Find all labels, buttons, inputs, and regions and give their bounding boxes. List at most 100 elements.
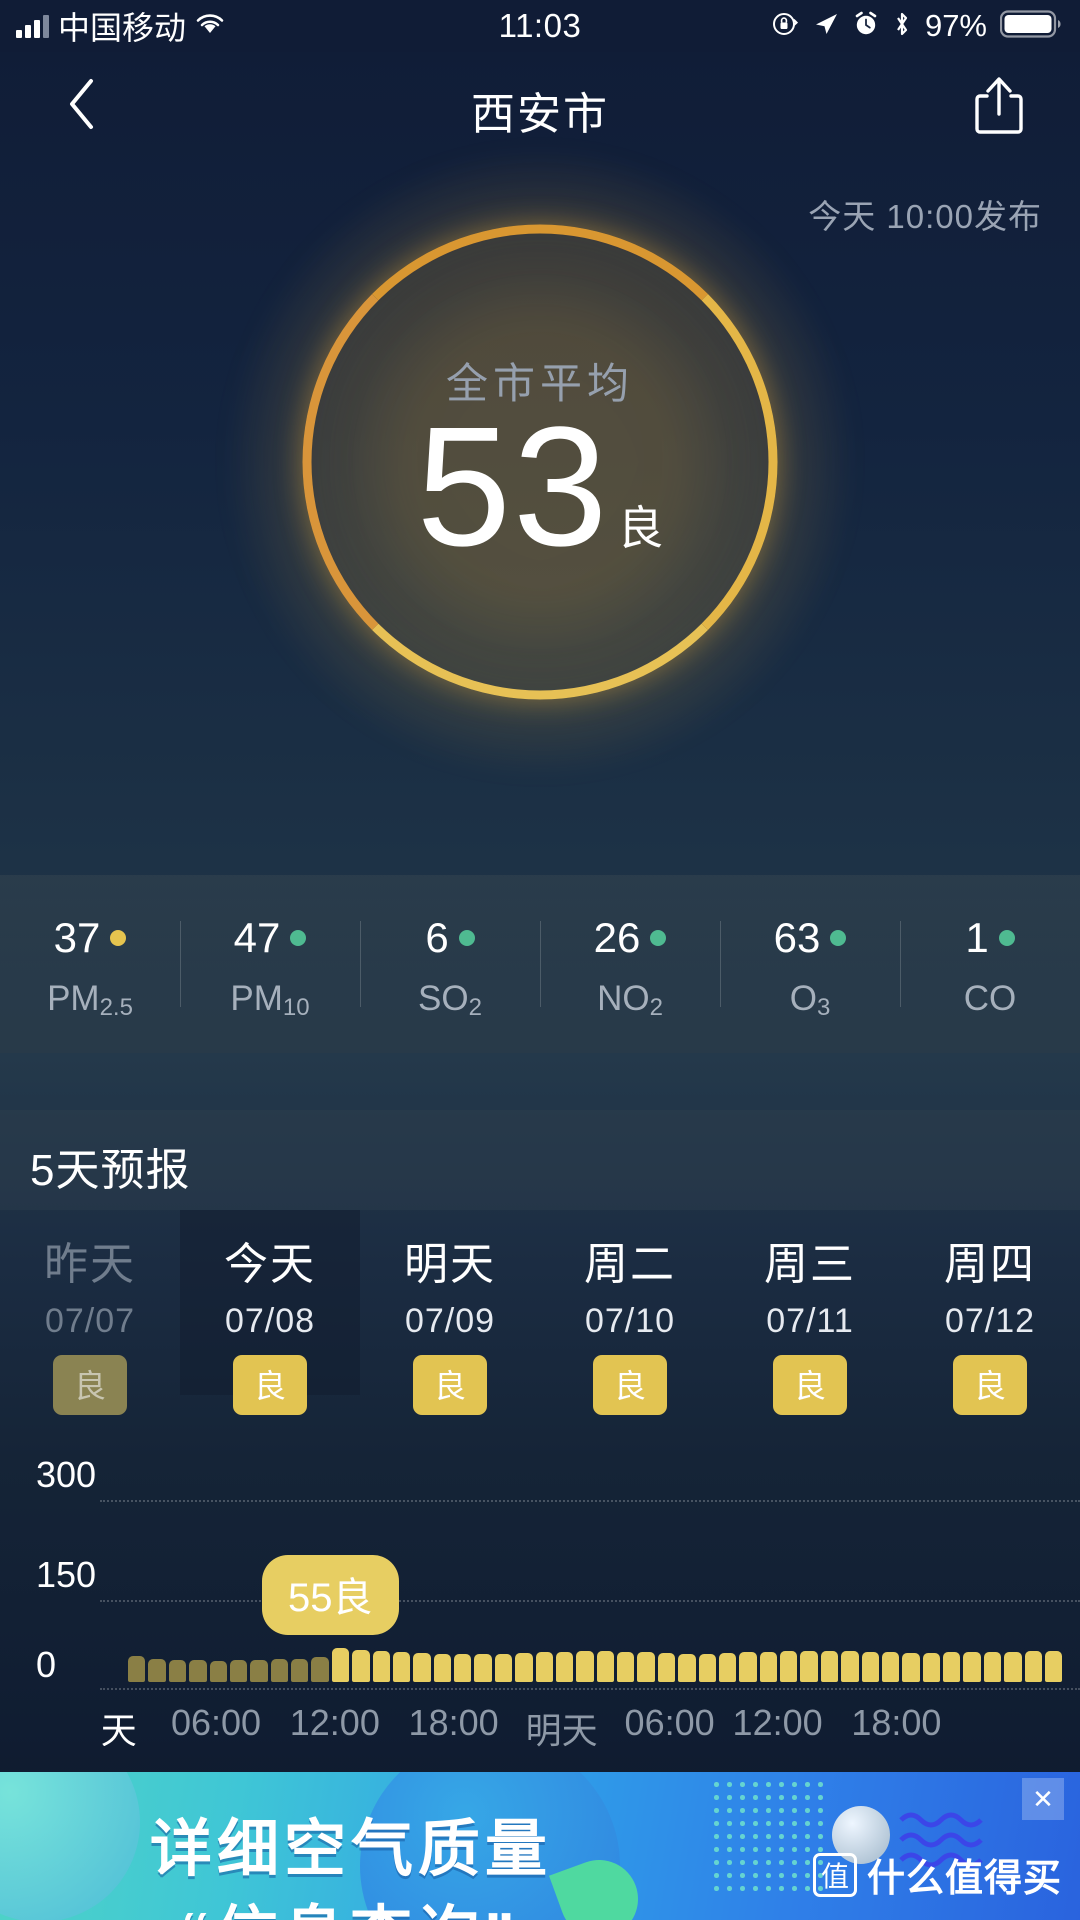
- banner-bubble-1: [0, 1772, 140, 1920]
- chart-bar: [637, 1652, 655, 1682]
- status-bar-right: 97%: [771, 8, 1062, 44]
- forecast-day-0708[interactable]: 今天 07/08 良: [180, 1210, 360, 1415]
- chart-bar: [657, 1653, 676, 1682]
- pollutant-value-row: 47: [180, 909, 360, 967]
- watermark-badge: 值: [812, 1852, 857, 1897]
- chart-bar: [413, 1653, 431, 1682]
- chart-bars: [128, 1642, 1063, 1682]
- forecast-day-date: 07/09: [404, 1302, 496, 1340]
- forecast-day-0707[interactable]: 昨天 07/07 良: [0, 1210, 180, 1415]
- chart-bar: [780, 1651, 798, 1682]
- status-bar: 中国移动 11:03 97%: [0, 0, 1080, 52]
- forecast-day-date: 07/12: [944, 1302, 1036, 1340]
- forecast-day-0711[interactable]: 周三 07/11 良: [720, 1210, 900, 1415]
- chart-bar: [617, 1651, 635, 1682]
- watermark-text: 什么值得买: [866, 1858, 1062, 1900]
- x-tick-label: 06:00: [170, 1702, 262, 1743]
- chart-bar: [576, 1651, 594, 1682]
- forecast-level-badge: 良: [53, 1355, 127, 1415]
- chart-bar: [943, 1652, 961, 1682]
- chart-bar: [759, 1651, 777, 1682]
- hourly-aqi-chart[interactable]: 300 150 0 55良 天 06:00 12:00 18:00 明天 06:00 12:…: [0, 1440, 1080, 1770]
- pollutant-value: 63: [773, 914, 821, 961]
- forecast-day-0712[interactable]: 周四 07/12 良: [900, 1210, 1080, 1415]
- forecast-day-name: 周二: [584, 1240, 676, 1289]
- pollutant-value-row: 26: [540, 909, 720, 967]
- chart-bar: [800, 1650, 818, 1682]
- pollutant-name: CO: [963, 979, 1017, 1018]
- pollutant-name: PM2.5: [47, 979, 133, 1021]
- forecast-level-badge: 良: [233, 1355, 307, 1415]
- chart-bar: [250, 1659, 268, 1682]
- chart-x-axis: 天 06:00 12:00 18:00 明天 06:00 12:00 18:00: [0, 1702, 1080, 1752]
- forecast-day-name: 周三: [764, 1240, 856, 1289]
- pollutant-value-row: 1: [900, 909, 1080, 967]
- ad-banner[interactable]: 详细空气质量 “信息查询” ✕ 值 什么值得买: [0, 1772, 1080, 1920]
- pollutant-value: 6: [425, 914, 449, 961]
- chart-bar: [1024, 1651, 1042, 1682]
- chart-bar: [718, 1653, 737, 1682]
- forecast-day-name: 昨天: [44, 1240, 136, 1289]
- chart-bar: [372, 1651, 390, 1682]
- pollutant-value: 26: [593, 914, 641, 961]
- pollutant-status-dot: [830, 930, 847, 946]
- pollutant-value-row: 63: [720, 909, 900, 967]
- aqi-dial[interactable]: 全市平均 53 良: [0, 152, 1080, 772]
- chart-bar: [1044, 1651, 1063, 1682]
- chart-bar: [209, 1661, 227, 1682]
- pollutant-status-dot: [650, 930, 667, 946]
- pollutant-status-dot: [110, 930, 127, 946]
- chart-bar: [229, 1660, 248, 1682]
- chart-bar: [515, 1653, 533, 1682]
- chart-bar: [311, 1657, 329, 1682]
- forecast-day-date: 07/07: [44, 1302, 136, 1340]
- page-title: 西安市: [471, 90, 609, 139]
- forecast-day-date: 07/08: [224, 1302, 316, 1340]
- close-icon[interactable]: ✕: [1022, 1778, 1064, 1820]
- chart-bar: [189, 1660, 207, 1682]
- pollutant-subscript: 10: [282, 994, 310, 1021]
- aqi-level-label: 良: [617, 502, 664, 554]
- chart-bar: [128, 1656, 146, 1682]
- pollutant-subscript: 2: [649, 994, 663, 1021]
- forecast-day-name: 周四: [944, 1240, 1036, 1289]
- chart-bar: [861, 1651, 879, 1682]
- chart-bar: [902, 1653, 920, 1682]
- chart-bar: [678, 1653, 696, 1682]
- forecast-level-badge: 良: [953, 1355, 1027, 1415]
- gridline-300: [100, 1500, 1080, 1502]
- x-tick-label: 12:00: [732, 1702, 823, 1743]
- pollutant-value: 37: [53, 914, 101, 961]
- forecast-level-badge: 良: [593, 1355, 667, 1415]
- y-tick-150: 150: [36, 1554, 97, 1595]
- pollutant-subscript: 2: [468, 994, 482, 1021]
- banner-headline-1: 详细空气质量: [150, 1815, 553, 1884]
- forecast-day-0709[interactable]: 明天 07/09 良: [360, 1210, 540, 1415]
- pollutant-value-row: 6: [360, 909, 540, 967]
- pollutant-strip: 37 PM2.5 47 PM10 6 SO2 26 NO2 63 O3 1 CO: [0, 875, 1080, 1053]
- forecast-level-badge: 良: [413, 1355, 487, 1415]
- chart-bar: [433, 1653, 451, 1682]
- chart-bar: [555, 1651, 574, 1682]
- forecast-day-0710[interactable]: 周二 07/10 良: [540, 1210, 720, 1415]
- share-button[interactable]: [964, 70, 1034, 140]
- pollutant-name: PM10: [230, 979, 310, 1021]
- chart-bar: [474, 1654, 492, 1682]
- chart-bar: [148, 1658, 166, 1682]
- rotation-lock-icon: [771, 10, 799, 43]
- watermark: 值 什么值得买: [812, 1847, 1062, 1902]
- pollutant-status-dot: [998, 930, 1015, 946]
- banner-headline-2: “信息查询”: [180, 1884, 520, 1920]
- chart-bar: [168, 1659, 187, 1682]
- x-tick-label: 06:00: [624, 1702, 715, 1743]
- chart-bar: [291, 1658, 309, 1682]
- chart-bar: [454, 1654, 472, 1682]
- battery-icon: [999, 9, 1062, 44]
- pollutant-status-dot: [290, 930, 307, 946]
- location-arrow-icon: [812, 10, 840, 43]
- chart-bar: [1004, 1651, 1022, 1682]
- pollutant-name: NO2: [597, 979, 663, 1021]
- bluetooth-icon: [892, 10, 912, 43]
- gridline-0: [100, 1688, 1080, 1690]
- chart-bar: [820, 1650, 839, 1682]
